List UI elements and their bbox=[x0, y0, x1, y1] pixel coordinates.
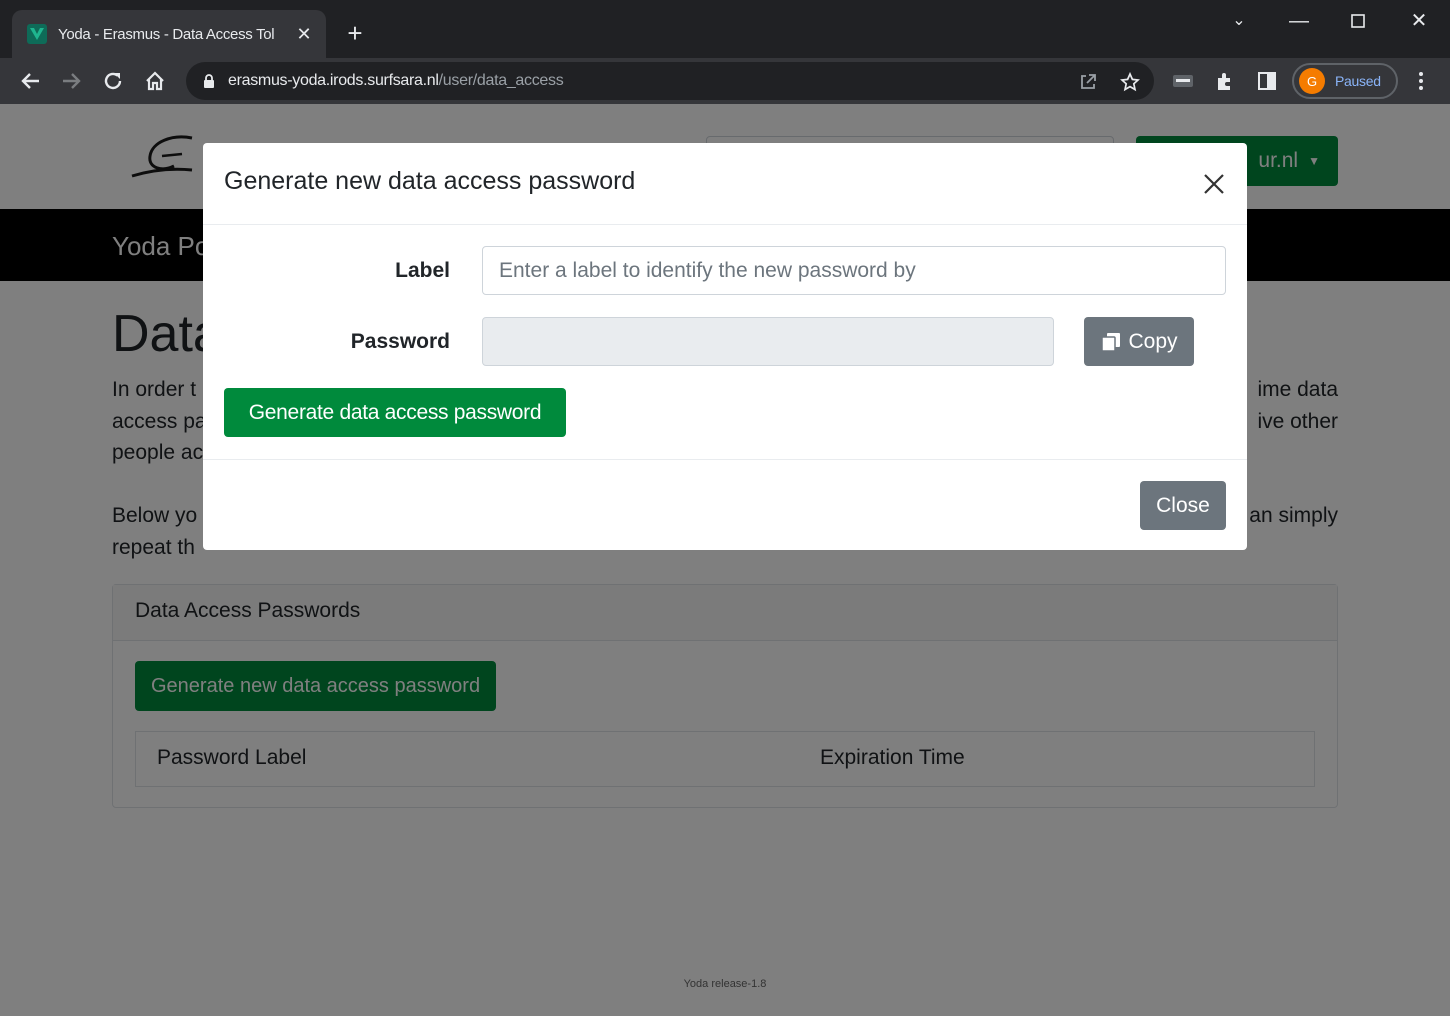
tab-search-icon[interactable]: ⌄ bbox=[1224, 6, 1254, 36]
share-icon[interactable] bbox=[1076, 70, 1100, 94]
profile-status: Paused bbox=[1335, 73, 1381, 89]
browser-tabstrip: Yoda - Erasmus - Data Access Tol ✕ + ⌄ —… bbox=[0, 0, 1450, 58]
home-icon[interactable] bbox=[140, 66, 170, 96]
tab-close-icon[interactable]: ✕ bbox=[294, 24, 314, 45]
extension-app-icon[interactable] bbox=[1170, 68, 1196, 94]
modal-footer-divider bbox=[203, 459, 1247, 460]
browser-tab[interactable]: Yoda - Erasmus - Data Access Tol ✕ bbox=[12, 10, 326, 58]
yoda-favicon-icon bbox=[27, 24, 47, 44]
password-field-label: Password bbox=[350, 330, 450, 353]
password-output-field[interactable] bbox=[482, 317, 1054, 366]
lock-icon[interactable] bbox=[202, 73, 216, 89]
url-path: /user/data_access bbox=[438, 72, 564, 89]
modal-header: Generate new data access password bbox=[203, 143, 1247, 225]
reload-icon[interactable] bbox=[98, 66, 128, 96]
minimize-icon[interactable]: — bbox=[1284, 6, 1314, 36]
generate-password-modal: Generate new data access password Label … bbox=[203, 143, 1247, 550]
address-bar[interactable]: erasmus-yoda.irods.surfsara.nl/user/data… bbox=[186, 62, 1154, 100]
page-viewport: ur.nl ▼ Yoda Po Data In order t access p… bbox=[0, 104, 1450, 1016]
maximize-icon[interactable] bbox=[1343, 6, 1373, 36]
generate-password-button[interactable]: Generate data access password bbox=[224, 388, 566, 437]
modal-close-x-icon[interactable] bbox=[1199, 169, 1229, 199]
copy-icon bbox=[1101, 332, 1121, 352]
back-arrow-icon[interactable] bbox=[16, 66, 46, 96]
window-close-icon[interactable]: ✕ bbox=[1404, 6, 1434, 36]
extensions-puzzle-icon[interactable] bbox=[1212, 68, 1238, 94]
tab-title: Yoda - Erasmus - Data Access Tol bbox=[58, 25, 275, 43]
bookmark-star-icon[interactable] bbox=[1118, 70, 1142, 94]
url-host: erasmus-yoda.irods.surfsara.nl bbox=[228, 72, 439, 89]
copy-button-label: Copy bbox=[1128, 329, 1178, 353]
close-button[interactable]: Close bbox=[1140, 481, 1226, 530]
side-panel-icon[interactable] bbox=[1254, 68, 1280, 94]
label-field-label: Label bbox=[395, 259, 450, 282]
forward-arrow-icon[interactable] bbox=[56, 66, 86, 96]
new-tab-icon[interactable]: + bbox=[340, 18, 370, 48]
browser-menu-icon[interactable] bbox=[1408, 68, 1434, 94]
avatar: G bbox=[1299, 68, 1325, 94]
profile-button[interactable]: G Paused bbox=[1292, 63, 1398, 99]
browser-toolbar: erasmus-yoda.irods.surfsara.nl/user/data… bbox=[0, 58, 1450, 104]
label-input[interactable] bbox=[482, 246, 1226, 295]
modal-title: Generate new data access password bbox=[224, 167, 636, 195]
copy-button[interactable]: Copy bbox=[1084, 317, 1194, 366]
